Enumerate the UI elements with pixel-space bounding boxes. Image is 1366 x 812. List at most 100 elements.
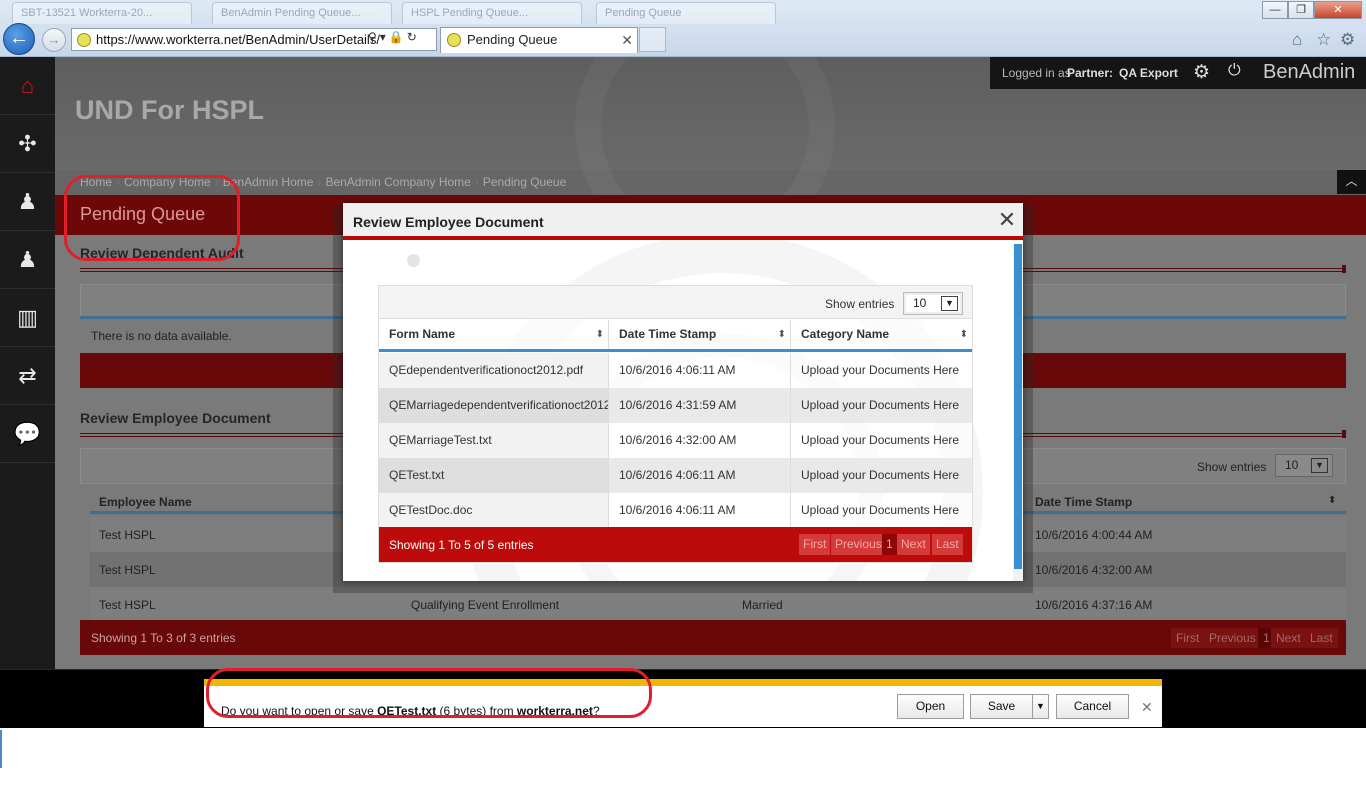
- column-header[interactable]: Employee Name: [99, 495, 192, 509]
- pager-previous[interactable]: Previous: [831, 534, 886, 555]
- timestamp: 10/6/2016 4:31:59 AM: [609, 388, 791, 423]
- empty-message: There is no data available.: [91, 329, 232, 343]
- page-size-select[interactable]: 10 ▼: [1275, 454, 1333, 477]
- left-sidebar: ⌂ ✣ ♟ ♟ ▥ ⇄ 💬: [0, 57, 55, 669]
- sidebar-item-user-admin[interactable]: ♟: [0, 173, 55, 231]
- lock-icon[interactable]: 🔒: [389, 30, 407, 44]
- pager-first[interactable]: First: [1171, 628, 1205, 648]
- scroll-top-button[interactable]: ︿: [1337, 170, 1366, 194]
- employee-name: Test HSPL: [99, 563, 156, 577]
- pager-next[interactable]: Next: [1271, 628, 1306, 648]
- chevron-down-icon: ▼: [941, 296, 958, 311]
- close-icon[interactable]: ✕: [1141, 699, 1153, 716]
- background-tab[interactable]: BenAdmin Pending Queue...: [212, 2, 392, 24]
- partner-label: Partner:: [1067, 66, 1114, 80]
- pager-page[interactable]: 1: [882, 534, 897, 555]
- table-row[interactable]: QETest.txt 10/6/2016 4:06:11 AM Upload y…: [379, 458, 972, 493]
- browser-chrome: SBT-13521 Workterra-20... BenAdmin Pendi…: [0, 0, 1366, 57]
- close-tab-icon[interactable]: ✕: [621, 28, 633, 52]
- save-options-button[interactable]: ▼: [1032, 694, 1049, 719]
- category: Upload your Documents Here: [801, 468, 960, 482]
- star-icon[interactable]: ☆: [1316, 30, 1331, 50]
- table-row[interactable]: QEdependentverificationoct2012.pdf 10/6/…: [379, 353, 972, 388]
- sort-icon: ⬍: [595, 329, 604, 340]
- timestamp: 10/6/2016 4:32:00 AM: [609, 423, 791, 458]
- arrow-right-icon: →: [47, 32, 61, 47]
- new-tab-button[interactable]: [639, 27, 666, 52]
- scrollbar-thumb[interactable]: [1014, 244, 1022, 569]
- back-button[interactable]: ←: [3, 23, 35, 55]
- modal-scrollbar[interactable]: [1013, 244, 1023, 581]
- column-label: Category Name: [801, 327, 890, 341]
- form-name-link[interactable]: QEMarriagedependentverificationoct2012.p…: [379, 388, 609, 423]
- refresh-icon[interactable]: ↻: [407, 30, 420, 44]
- timestamp: 10/6/2016 4:06:11 AM: [609, 458, 791, 493]
- form-name-link[interactable]: QEMarriageTest.txt: [379, 423, 609, 458]
- forward-button[interactable]: →: [42, 28, 66, 52]
- tab-pending-queue[interactable]: Pending Queue ✕: [440, 27, 638, 53]
- puzzle-icon: ✣: [18, 131, 37, 156]
- breadcrumb-item[interactable]: BenAdmin Company Home: [325, 175, 470, 189]
- page-size-select[interactable]: 10 ▼: [903, 292, 963, 315]
- chevron-down-icon: ▼: [1311, 458, 1328, 473]
- sidebar-item-transfer[interactable]: ⇄: [0, 347, 55, 405]
- table-toolbar: Show entries 10 ▼: [379, 286, 972, 319]
- close-icon[interactable]: ✕: [995, 209, 1019, 233]
- event-name: Qualifying Event Enrollment: [411, 598, 560, 612]
- form-name-link[interactable]: QETest.txt: [379, 458, 609, 493]
- watermark-dot: [407, 254, 420, 267]
- minimize-button[interactable]: —: [1262, 1, 1288, 19]
- sidebar-item-home[interactable]: ⌂: [0, 57, 55, 115]
- category: Upload your Documents Here: [801, 433, 960, 447]
- tab-title: Pending Queue: [467, 32, 558, 47]
- cancel-button[interactable]: Cancel: [1056, 694, 1129, 719]
- table-footer: Showing 1 To 5 of 5 entries First Previo…: [379, 527, 972, 562]
- sidebar-item-settings[interactable]: ✣: [0, 115, 55, 173]
- partner-name[interactable]: QA Export: [1119, 66, 1178, 80]
- column-label: Date Time Stamp: [619, 327, 717, 341]
- review-document-modal: Review Employee Document ✕ Show entries …: [343, 203, 1023, 581]
- sidebar-item-reports[interactable]: ▥: [0, 289, 55, 347]
- show-entries-label: Show entries: [1197, 460, 1267, 474]
- table-row[interactable]: QEMarriagedependentverificationoct2012.p…: [379, 388, 972, 423]
- column-header-date-time[interactable]: Date Time Stamp ⬍: [609, 320, 791, 349]
- sidebar-item-messages[interactable]: 💬: [0, 405, 55, 463]
- sort-icon[interactable]: ⬍: [1328, 495, 1336, 506]
- column-header[interactable]: Date Time Stamp: [1035, 495, 1132, 509]
- background-tab[interactable]: HSPL Pending Queue...: [402, 2, 582, 24]
- column-header-form-name[interactable]: Form Name ⬍: [379, 320, 609, 349]
- power-icon[interactable]: ⏻: [1228, 62, 1241, 80]
- entries-info: Showing 1 To 5 of 5 entries: [389, 538, 534, 552]
- user-star-icon: ♟: [17, 189, 38, 214]
- category: Upload your Documents Here: [801, 503, 960, 517]
- category: Upload your Documents Here: [801, 398, 960, 412]
- home-icon[interactable]: ⌂: [1292, 30, 1302, 50]
- background-tab[interactable]: SBT-13521 Workterra-20...: [12, 2, 192, 24]
- gear-icon[interactable]: ⚙: [1340, 30, 1355, 50]
- form-name-link[interactable]: QETestDoc.doc: [379, 493, 609, 528]
- column-header-category[interactable]: Category Name ⬍: [791, 320, 972, 349]
- pager-first[interactable]: First: [799, 534, 831, 555]
- maximize-button[interactable]: ❐: [1288, 1, 1314, 19]
- sidebar-item-users[interactable]: ♟: [0, 231, 55, 289]
- arrow-left-icon: ←: [9, 27, 29, 49]
- save-button[interactable]: Save: [970, 694, 1033, 719]
- search-icon[interactable]: ⚲: [368, 30, 380, 44]
- background-tab[interactable]: Pending Queue: [596, 2, 776, 24]
- dropdown-icon[interactable]: ▾: [380, 30, 389, 44]
- status: Married: [742, 598, 783, 612]
- pager-previous[interactable]: Previous: [1204, 628, 1261, 648]
- user-icon: ♟: [17, 247, 38, 272]
- timestamp: 10/6/2016 4:37:16 AM: [1035, 598, 1153, 612]
- close-window-button[interactable]: ✕: [1314, 1, 1362, 19]
- form-name-link[interactable]: QEdependentverificationoct2012.pdf: [379, 353, 609, 388]
- table-row[interactable]: QEMarriageTest.txt 10/6/2016 4:32:00 AM …: [379, 423, 972, 458]
- gear-icon[interactable]: ⚙: [1193, 61, 1210, 84]
- open-button[interactable]: Open: [897, 694, 964, 719]
- site-icon: [447, 33, 461, 47]
- pager-next[interactable]: Next: [897, 534, 930, 555]
- pager-last[interactable]: Last: [1305, 628, 1338, 648]
- highlight-annotation: [64, 175, 240, 261]
- table-row[interactable]: QETestDoc.doc 10/6/2016 4:06:11 AM Uploa…: [379, 493, 972, 528]
- pager-last[interactable]: Last: [932, 534, 963, 555]
